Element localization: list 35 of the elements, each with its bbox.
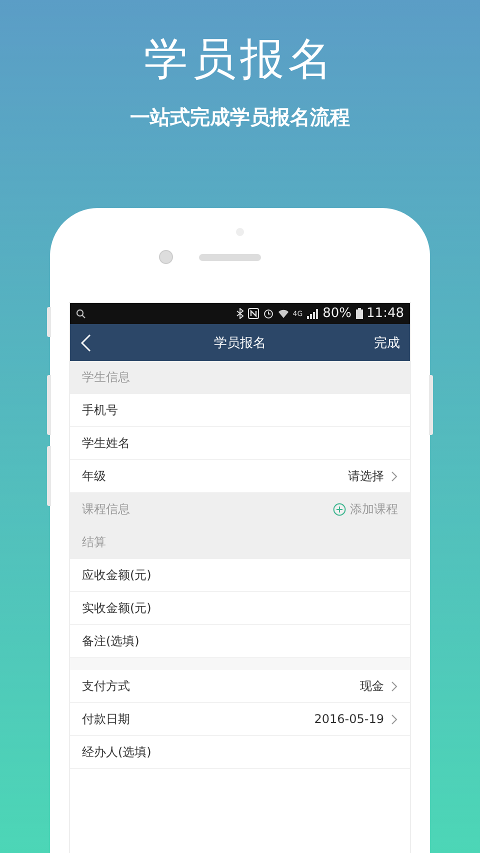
bluetooth-icon [236, 308, 244, 319]
field-label: 年级 [82, 468, 106, 484]
status-time: 11:48 [366, 306, 404, 321]
field-label: 应收金额(元) [82, 566, 152, 584]
section-title: 课程信息 [82, 501, 130, 518]
battery-icon [356, 308, 363, 319]
section-title: 结算 [82, 534, 106, 551]
plus-circle-icon [333, 503, 346, 516]
speaker-grille [199, 254, 261, 260]
field-label: 实收金额(元) [82, 600, 152, 616]
section-title: 学生信息 [82, 369, 130, 386]
field-label: 经办人(选填) [82, 744, 152, 760]
select-value: 请选择 [348, 468, 384, 484]
nav-title: 学员报名 [213, 334, 267, 352]
field-label: 付款日期 [82, 710, 130, 728]
wifi-icon [278, 308, 289, 318]
select-value: 现金 [360, 678, 384, 694]
select-value: 2016-05-19 [314, 712, 384, 726]
search-icon [76, 308, 86, 318]
done-button[interactable]: 完成 [374, 334, 400, 352]
nfc-icon [248, 308, 259, 319]
field-label: 学生姓名 [82, 434, 130, 452]
signal-icon [306, 308, 319, 318]
promo-subtitle: 一站式完成学员报名流程 [130, 104, 350, 130]
field-label: 支付方式 [82, 678, 130, 694]
alarm-icon [262, 308, 274, 319]
chevron-right-icon [391, 470, 398, 482]
promo-title: 学员报名 [144, 34, 336, 86]
field-label: 备注(选填) [82, 632, 140, 650]
camera-dot [159, 250, 173, 264]
battery-percent: 80% [322, 306, 352, 321]
chevron-right-icon [391, 714, 398, 724]
back-icon[interactable] [80, 334, 92, 352]
chevron-right-icon [391, 680, 398, 692]
field-label: 手机号 [82, 402, 118, 418]
